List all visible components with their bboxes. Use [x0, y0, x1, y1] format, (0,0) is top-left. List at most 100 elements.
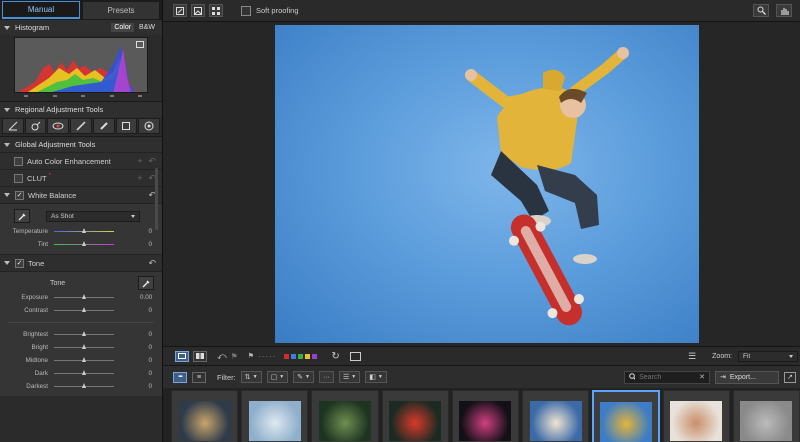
- brightest-slider[interactable]: [54, 331, 114, 336]
- rating-filter-dropdown[interactable]: ···: [318, 371, 334, 383]
- tint-slider-knob[interactable]: [81, 241, 86, 246]
- temperature-value[interactable]: 0: [140, 228, 154, 235]
- share-icon[interactable]: ↗: [784, 371, 796, 383]
- color-label-picker[interactable]: [284, 353, 318, 359]
- thumbnail-forest-trees[interactable]: [311, 390, 379, 442]
- search-input[interactable]: [639, 373, 696, 381]
- bright-value[interactable]: 0: [140, 344, 154, 351]
- tone-checkbox[interactable]: ✓: [15, 258, 24, 268]
- export-frame-icon[interactable]: [349, 351, 361, 361]
- brightest-slider-knob[interactable]: [81, 331, 86, 336]
- zoom-select[interactable]: Fit: [738, 350, 798, 362]
- histogram-header[interactable]: Histogram Color B&W: [0, 19, 162, 35]
- exposure-slider-knob[interactable]: [81, 294, 86, 299]
- color-label-green[interactable]: [298, 353, 304, 359]
- dark-slider-knob[interactable]: [81, 370, 86, 375]
- auto-color-checkbox[interactable]: [14, 156, 23, 166]
- white-balance-header[interactable]: ✓ White Balance ↶: [0, 186, 162, 203]
- lock-flag-icon[interactable]: ⚑: [231, 352, 238, 361]
- wb-preset-select[interactable]: As Shot: [46, 210, 140, 222]
- bright-slider-knob[interactable]: [81, 344, 86, 349]
- soft-proofing-checkbox[interactable]: [241, 5, 251, 16]
- compare-view-button[interactable]: [193, 350, 207, 362]
- bright-slider[interactable]: [54, 344, 114, 349]
- darkest-value[interactable]: 0: [140, 383, 154, 390]
- thumbnail-view-button[interactable]: ▪▪▪: [173, 371, 187, 383]
- color-label-purple[interactable]: [312, 353, 318, 359]
- hand-tool-button[interactable]: [776, 4, 792, 17]
- search-box[interactable]: ✕: [624, 370, 710, 384]
- single-image-view-button[interactable]: [175, 350, 189, 362]
- zoom-tool-button[interactable]: [753, 4, 769, 17]
- eraser-brush-tool-button[interactable]: [92, 118, 115, 134]
- clear-search-icon[interactable]: ✕: [699, 373, 705, 381]
- dark-slider[interactable]: [54, 370, 114, 375]
- image-viewer[interactable]: [163, 22, 800, 346]
- straighten-tool-button[interactable]: [2, 118, 24, 134]
- flag-icon[interactable]: ⚑: [248, 352, 254, 360]
- dark-value[interactable]: 0: [140, 370, 154, 377]
- thumbnail-portrait-woman[interactable]: [662, 390, 730, 442]
- tab-presets[interactable]: Presets: [82, 1, 160, 19]
- main-photo[interactable]: [275, 25, 699, 343]
- histogram-clip-icon[interactable]: [136, 41, 144, 48]
- darkest-slider-knob[interactable]: [81, 383, 86, 388]
- single-view-button[interactable]: [191, 4, 205, 17]
- reset-icon[interactable]: ↶: [148, 156, 156, 167]
- histogram-mode-bw[interactable]: B&W: [136, 23, 158, 32]
- sort-filter-dropdown[interactable]: ⇅ ▼: [240, 371, 262, 383]
- midtone-value[interactable]: 0: [140, 357, 154, 364]
- color-label-blue[interactable]: [291, 353, 297, 359]
- temperature-slider[interactable]: [54, 228, 114, 233]
- add-icon[interactable]: +: [137, 173, 142, 184]
- tone-eyedropper-button[interactable]: [138, 276, 154, 290]
- brush-tool-button[interactable]: [70, 118, 92, 134]
- regional-tools-header[interactable]: Regional Adjustment Tools: [0, 101, 162, 117]
- midtone-slider-knob[interactable]: [81, 357, 86, 362]
- frame-filter-dropdown[interactable]: ▢ ▼: [266, 371, 289, 383]
- clut-checkbox[interactable]: [14, 173, 23, 183]
- temperature-slider-knob[interactable]: [81, 228, 86, 233]
- gradient-tool-button[interactable]: [138, 118, 161, 134]
- tone-header[interactable]: ✓ Tone ↶: [0, 254, 162, 271]
- contrast-slider[interactable]: [54, 307, 114, 312]
- histogram-mode-color[interactable]: Color: [111, 23, 135, 32]
- refresh-icon[interactable]: ↻: [331, 351, 339, 362]
- add-icon[interactable]: +: [137, 156, 142, 167]
- rating-dots[interactable]: ·····: [258, 352, 276, 361]
- crop-tool-button[interactable]: [115, 118, 138, 134]
- contrast-value[interactable]: 0: [140, 307, 154, 314]
- stack-dropdown[interactable]: ◧ ▼: [365, 371, 387, 383]
- list-view-button[interactable]: ≡: [192, 371, 206, 383]
- exposure-value[interactable]: 0.00: [140, 294, 154, 301]
- exposure-slider[interactable]: [54, 294, 114, 299]
- midtone-slider[interactable]: [54, 357, 114, 362]
- global-tools-header[interactable]: Global Adjustment Tools: [0, 136, 162, 152]
- red-eye-tool-button[interactable]: [47, 118, 70, 134]
- edit-filter-dropdown[interactable]: ✎ ▼: [293, 371, 314, 383]
- control-point-tool-button[interactable]: [24, 118, 47, 134]
- export-button[interactable]: ⇥ Export...: [715, 370, 779, 384]
- thumbnail-rocket-launch[interactable]: [522, 390, 590, 442]
- tint-value[interactable]: 0: [140, 241, 154, 248]
- white-balance-checkbox[interactable]: ✓: [15, 190, 24, 200]
- color-label-red[interactable]: [284, 353, 290, 359]
- grid-view-button[interactable]: [209, 4, 223, 17]
- brightest-value[interactable]: 0: [140, 331, 154, 338]
- reset-icon[interactable]: ↶: [148, 258, 156, 269]
- thumbnail-neon-city[interactable]: [451, 390, 520, 442]
- tint-slider[interactable]: [54, 241, 114, 246]
- contrast-slider-knob[interactable]: [81, 307, 86, 312]
- thumbnail-partial-thumb[interactable]: [732, 390, 800, 442]
- thumbnail-concert-stage[interactable]: [171, 390, 239, 442]
- thumbnail-lighthouse-sky[interactable]: [241, 390, 309, 442]
- thumbnail-skateboarder[interactable]: [592, 390, 660, 442]
- rotate-left-icon[interactable]: ⤺: [217, 351, 227, 362]
- sort-order-dropdown[interactable]: ☰ ▼: [338, 371, 361, 383]
- fit-view-button[interactable]: [173, 4, 187, 17]
- thumbnail-red-flower[interactable]: [381, 390, 449, 442]
- list-menu-icon[interactable]: ☰: [688, 351, 696, 362]
- wb-eyedropper-button[interactable]: [14, 209, 30, 223]
- darkest-slider[interactable]: [54, 383, 114, 388]
- tab-manual[interactable]: Manual: [2, 1, 80, 19]
